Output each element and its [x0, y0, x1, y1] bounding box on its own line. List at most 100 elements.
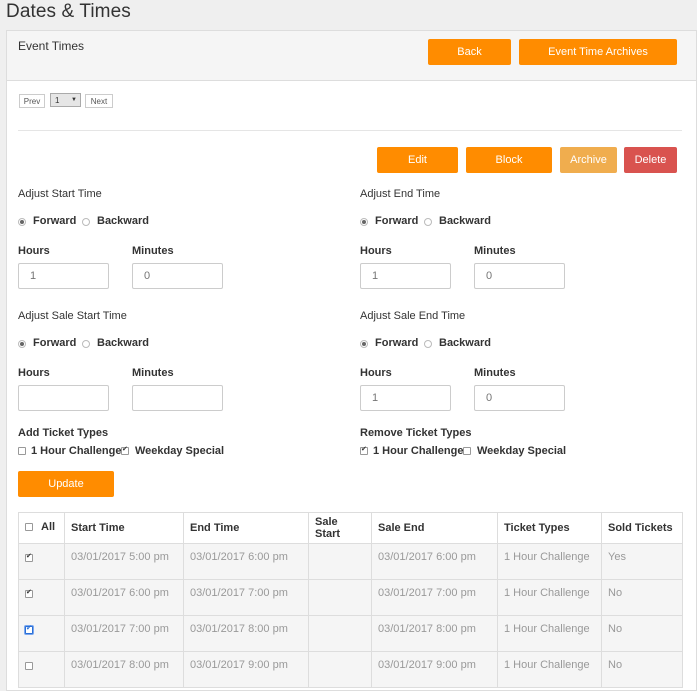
remove-1-hour-challenge-checkbox[interactable] — [360, 445, 368, 455]
cell-sale-start — [308, 615, 372, 652]
start-backward-label: Backward — [97, 215, 149, 227]
cell-sold-tickets: No — [601, 651, 683, 688]
select-all-checkbox[interactable] — [25, 523, 33, 531]
start-backward-radio[interactable] — [82, 218, 90, 226]
remove-1-hour-challenge-label: 1 Hour Challenge — [373, 445, 464, 457]
pager-page-select[interactable]: 1 ▼ — [50, 93, 81, 107]
cell-start-time: 03/01/2017 6:00 pm — [64, 579, 184, 616]
cell-end-time: 03/01/2017 9:00 pm — [183, 651, 309, 688]
cell-sale-start — [308, 579, 372, 616]
cell-ticket-types: 1 Hour Challenge — [497, 615, 602, 652]
sale-start-backward-label: Backward — [97, 337, 149, 349]
sale-start-minutes-label: Minutes — [132, 367, 174, 379]
back-button[interactable]: Back — [428, 39, 511, 65]
sale-end-forward-radio[interactable] — [360, 340, 368, 348]
remove-weekday-special-label: Weekday Special — [477, 445, 567, 457]
header-sale-end: Sale End — [371, 512, 498, 544]
table-row[interactable]: 03/01/2017 6:00 pm 03/01/2017 7:00 pm 03… — [18, 579, 683, 616]
cell-end-time: 03/01/2017 6:00 pm — [183, 543, 309, 580]
adjust-sale-start-time-label: Adjust Sale Start Time — [18, 310, 127, 322]
cell-start-time: 03/01/2017 8:00 pm — [64, 651, 184, 688]
cell-sold-tickets: No — [601, 615, 683, 652]
remove-ticket-types-label: Remove Ticket Types — [360, 427, 472, 439]
header-ticket-types: Ticket Types — [497, 512, 602, 544]
end-forward-label: Forward — [375, 215, 419, 227]
update-button[interactable]: Update — [18, 471, 114, 497]
end-minutes-label: Minutes — [474, 245, 516, 257]
end-forward-radio[interactable] — [360, 218, 368, 226]
sale-start-backward-radio[interactable] — [82, 340, 90, 348]
start-hours-label: Hours — [18, 245, 50, 257]
end-backward-radio[interactable] — [424, 218, 432, 226]
header-end-time: End Time — [183, 512, 309, 544]
event-time-archives-button[interactable]: Event Time Archives — [519, 39, 677, 65]
select-all-header: All — [18, 512, 65, 544]
table-row[interactable]: 03/01/2017 7:00 pm 03/01/2017 8:00 pm 03… — [18, 615, 683, 652]
block-button[interactable]: Block — [466, 147, 552, 173]
adjust-end-time-label: Adjust End Time — [360, 188, 441, 200]
cell-sale-end: 03/01/2017 8:00 pm — [371, 615, 498, 652]
cell-start-time: 03/01/2017 7:00 pm — [64, 615, 184, 652]
end-minutes-input[interactable] — [474, 263, 565, 289]
sale-end-minutes-input[interactable] — [474, 385, 565, 411]
cell-sale-end: 03/01/2017 6:00 pm — [371, 543, 498, 580]
cell-end-time: 03/01/2017 7:00 pm — [183, 579, 309, 616]
add-weekday-special-checkbox[interactable] — [121, 445, 129, 455]
table-row[interactable]: 03/01/2017 8:00 pm 03/01/2017 9:00 pm 03… — [18, 651, 683, 688]
adjust-sale-end-time-label: Adjust Sale End Time — [360, 310, 466, 322]
sale-end-hours-label: Hours — [360, 367, 392, 379]
panel-header: Event Times Back Event Time Archives — [7, 31, 696, 81]
end-hours-label: Hours — [360, 245, 392, 257]
delete-button[interactable]: Delete — [624, 147, 677, 173]
cell-ticket-types: 1 Hour Challenge — [497, 579, 602, 616]
header-sold-tickets: Sold Tickets — [601, 512, 683, 544]
header-sale-start: Sale Start — [308, 512, 372, 544]
cell-sale-end: 03/01/2017 9:00 pm — [371, 651, 498, 688]
row-checkbox[interactable] — [25, 552, 33, 562]
cell-sale-start — [308, 651, 372, 688]
archive-button[interactable]: Archive — [560, 147, 617, 173]
sale-start-hours-input[interactable] — [18, 385, 109, 411]
sale-start-forward-label: Forward — [33, 337, 77, 349]
cell-sold-tickets: No — [601, 579, 683, 616]
sale-start-hours-label: Hours — [18, 367, 50, 379]
pager-next-button[interactable]: Next — [85, 94, 113, 108]
start-forward-radio[interactable] — [18, 218, 26, 226]
cell-sold-tickets: Yes — [601, 543, 683, 580]
cell-sale-end: 03/01/2017 7:00 pm — [371, 579, 498, 616]
cell-sale-start — [308, 543, 372, 580]
edit-button[interactable]: Edit — [377, 147, 458, 173]
event-times-panel: Event Times Back Event Time Archives Pre… — [6, 30, 697, 691]
header-start-time: Start Time — [64, 512, 184, 544]
sale-start-forward-radio[interactable] — [18, 340, 26, 348]
event-times-table: All Start Time End Time Sale Start Sale … — [18, 512, 683, 688]
chevron-down-icon: ▼ — [71, 97, 77, 103]
pager-page-value: 1 — [55, 95, 60, 105]
row-checkbox[interactable] — [25, 624, 33, 634]
sale-end-backward-radio[interactable] — [424, 340, 432, 348]
table-row[interactable]: 03/01/2017 5:00 pm 03/01/2017 6:00 pm 03… — [18, 543, 683, 580]
table-header-row: All Start Time End Time Sale Start Sale … — [18, 512, 683, 544]
start-minutes-label: Minutes — [132, 245, 174, 257]
add-1-hour-challenge-checkbox[interactable] — [18, 447, 26, 455]
end-backward-label: Backward — [439, 215, 491, 227]
cell-ticket-types: 1 Hour Challenge — [497, 651, 602, 688]
add-weekday-special-label: Weekday Special — [135, 445, 225, 457]
start-minutes-input[interactable] — [132, 263, 223, 289]
sale-end-minutes-label: Minutes — [474, 367, 516, 379]
row-checkbox[interactable] — [25, 588, 33, 598]
remove-weekday-special-checkbox[interactable] — [463, 447, 471, 455]
cell-ticket-types: 1 Hour Challenge — [497, 543, 602, 580]
sale-start-minutes-input[interactable] — [132, 385, 223, 411]
adjust-start-time-label: Adjust Start Time — [18, 188, 102, 200]
pager-prev-button[interactable]: Prev — [19, 94, 45, 108]
sale-end-hours-input[interactable] — [360, 385, 451, 411]
cell-end-time: 03/01/2017 8:00 pm — [183, 615, 309, 652]
start-hours-input[interactable] — [18, 263, 109, 289]
row-checkbox[interactable] — [25, 662, 33, 670]
end-hours-input[interactable] — [360, 263, 451, 289]
page-title: Dates & Times — [6, 1, 131, 22]
section-divider — [18, 130, 682, 131]
add-ticket-types-label: Add Ticket Types — [18, 427, 109, 439]
cell-start-time: 03/01/2017 5:00 pm — [64, 543, 184, 580]
